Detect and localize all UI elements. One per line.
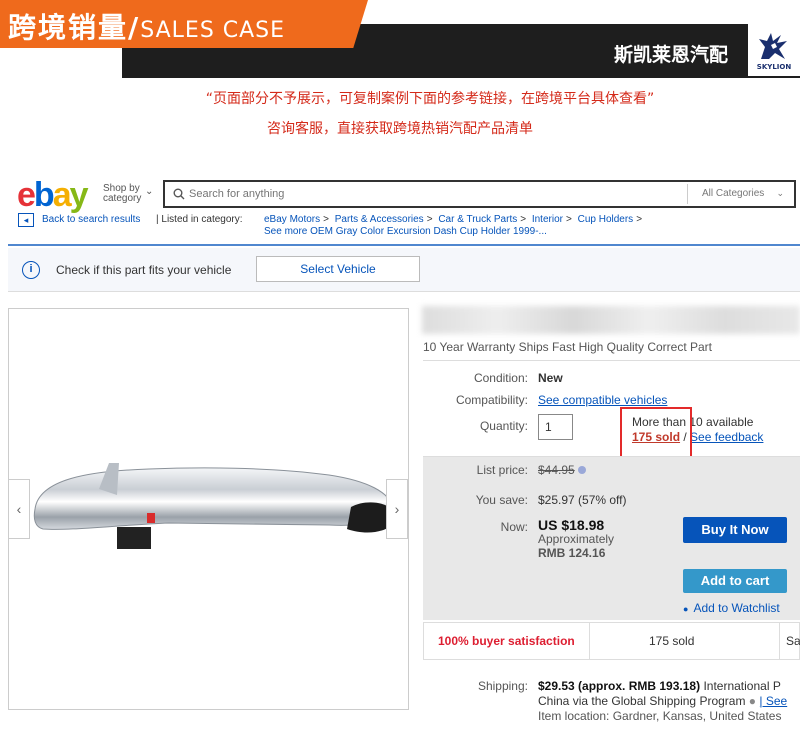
banner-title: 跨境销量/SALES CASE [8,6,285,46]
product-image-panel[interactable]: ‹ › [8,308,409,710]
shop-by-category[interactable]: Shop by category [103,184,143,204]
list-price-label: List price: [476,463,528,477]
stat-divider [779,623,780,659]
condition-label: Condition: [473,371,528,385]
compatibility-label: Compatibility: [455,393,528,407]
info-icon: i [22,261,40,279]
shipping-program-text: China via the Global Shipping Program [538,694,746,708]
approximately-text: Approximately [538,532,615,546]
watchlist-label: Add to Watchlist [693,601,780,615]
spec-divider [423,360,800,361]
add-to-cart-button[interactable]: Add to cart [683,569,787,593]
crumb-separator: > [520,214,527,225]
notice-line-1: “页面部分不予展示，可复制案例下面的参考链接，在跨境平台具体查看” [205,91,655,107]
back-arrow-icon[interactable]: ◂ [18,213,34,227]
crumb-separator: > [426,214,433,225]
sold-highlight-box [620,407,692,459]
product-image-door-handle [33,463,396,549]
info-dot-icon[interactable] [577,466,586,474]
crumb-car-truck-parts[interactable]: Car & Truck Parts [438,214,517,225]
banner-title-cn: 跨境销量/ [8,11,141,44]
griffin-icon [759,33,787,59]
fitment-text: Check if this part fits your vehicle [56,263,232,277]
crumb-parts-accessories[interactable]: Parts & Accessories [335,214,424,225]
listed-in-label: | Listed in category: [156,214,243,225]
quantity-input[interactable]: 1 [538,414,573,440]
image-next-button[interactable]: › [386,479,408,539]
stat-divider [589,623,590,659]
compatible-vehicles-link[interactable]: See compatible vehicles [538,393,667,407]
shipping-price: $29.53 [538,679,575,693]
buy-it-now-button[interactable]: Buy It Now [683,517,787,543]
you-save-value: $25.97 (57% off) [538,493,627,507]
banner-orange-tab: 跨境销量/SALES CASE [0,0,368,48]
image-prev-button[interactable]: ‹ [8,479,30,539]
stat-sold-count: 175 sold [649,634,695,648]
category-select-label: All Categories [702,188,765,199]
ebay-logo-y: y [69,176,89,214]
crumb-ebay-motors[interactable]: eBay Motors [264,214,320,225]
now-price-value: US $18.98 [538,517,605,533]
ebay-logo-a: a [52,176,72,214]
search-icon [173,188,185,200]
brand-logo-text: SKYLION [756,63,792,71]
ebay-logo-b: b [33,176,55,214]
notice-line-2: 咨询客服，直接获取跨境热销汽配产品清单 [267,121,533,137]
shipping-value: $29.53 (approx. RMB 193.18) Internationa… [538,679,781,693]
eye-icon: ● [683,604,689,614]
buyer-satisfaction: 100% buyer satisfaction [438,634,575,648]
crumb-separator: > [636,214,643,225]
crumb-separator: > [323,214,329,225]
crumb-separator: > [565,214,572,225]
now-label: Now: [500,520,528,534]
category-select[interactable]: All Categories ⌄ [687,184,794,204]
item-title-blurred [422,306,800,334]
item-subtitle: 10 Year Warranty Ships Fast High Quality… [423,340,713,354]
ebay-logo[interactable]: ebay [17,176,89,214]
banner-title-en: SALES CASE [140,18,286,43]
crumb-cup-holders[interactable]: Cup Holders [578,214,634,225]
shipping-label: Shipping: [477,679,528,693]
chevron-down-icon[interactable]: ⌄ [145,186,153,197]
list-price-value: $44.95 [538,463,575,477]
you-save-label: You save: [475,493,528,507]
fitment-bar: i Check if this part fits your vehicle S… [8,248,800,292]
chevron-down-icon: ⌄ [776,188,784,198]
add-to-watchlist-link[interactable]: ● Add to Watchlist [683,601,780,615]
list-price-row: $44.95 [538,463,586,477]
item-location: Item location: Gardner, Kansas, United S… [538,709,782,723]
see-details-link[interactable]: | See [759,694,787,708]
header-divider [8,244,800,246]
crumb-interior[interactable]: Interior [532,214,563,225]
see-feedback-link[interactable]: See feedback [690,430,763,444]
stats-row: 100% buyer satisfaction 175 sold Sa [423,622,800,660]
search-bar: All Categories ⌄ [163,180,796,208]
shipping-program: China via the Global Shipping Program ● … [538,694,787,708]
brand-name: 斯凯莱恩汽配 [614,44,729,66]
shipping-tail: International P [703,679,781,693]
select-vehicle-button[interactable]: Select Vehicle [256,256,420,282]
crumb-see-more[interactable]: See more OEM Gray Color Excursion Dash C… [264,226,547,237]
back-to-search-link[interactable]: Back to search results [42,214,140,225]
condition-value: New [538,371,563,385]
search-input[interactable] [189,185,679,203]
category-crumbs: eBay Motors > Parts & Accessories > Car & … [264,214,684,238]
brand-logo: SKYLION [748,24,800,76]
shipping-approx: (approx. RMB 193.18) [578,679,701,693]
info-circle-icon[interactable]: ● [749,694,756,708]
quantity-label: Quantity: [479,419,528,433]
ebay-logo-e: e [17,176,36,214]
stat-truncated: Sa [786,634,800,648]
rmb-price: RMB 124.16 [538,546,606,560]
